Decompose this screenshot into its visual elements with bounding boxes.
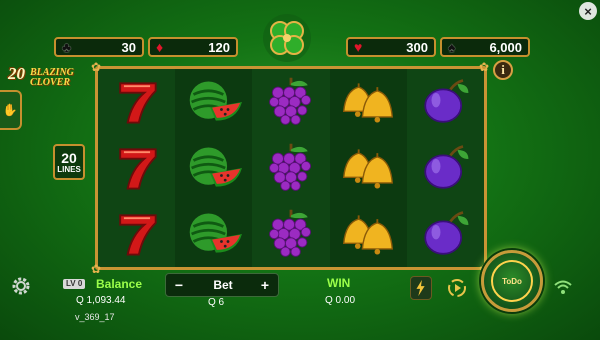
bells-icon [330,69,407,135]
plum-icon [407,135,484,201]
game-screen: ♣ 30 ♦ 120 ♥ 300 ♠ 6,000 × 20 BLAZING CL… [0,0,600,340]
spades-counter: ♠ 6,000 [440,37,530,57]
close-icon: × [584,3,592,19]
spade-icon: ♠ [448,39,456,55]
info-button[interactable]: i [493,60,513,80]
watermelon-icon [175,135,252,201]
plum-icon [407,201,484,267]
watermelon-icon [175,69,252,135]
seven-icon [98,135,175,201]
reel-column-1 [98,69,176,267]
club-icon: ♣ [62,39,72,55]
close-button[interactable]: × [579,2,597,20]
lines-count: 20 [61,149,77,166]
frame-corner-icon: ✿ [479,60,490,74]
balance-label: Balance [96,277,143,291]
reel-column-3 [252,69,330,267]
hearts-counter: ♥ 300 [346,37,436,57]
autoplay-icon[interactable] [446,277,468,299]
bet-control: − Bet + [165,273,279,297]
diamonds-counter: ♦ 120 [148,37,238,57]
watermelon-icon [175,201,252,267]
lines-badge: 20 LINES [53,144,85,180]
logo-number: 20 [8,64,25,83]
clubs-value: 30 [121,39,136,55]
reel-column-2 [175,69,253,267]
grapes-icon [252,201,329,267]
seven-icon [98,201,175,267]
heart-icon: ♥ [354,39,363,55]
reel-grid: ✿ ✿ ✿ ✿ [91,61,489,275]
hand-icon: ✋ [2,103,18,117]
reel-column-5 [406,69,485,267]
game-logo: 20 BLAZING CLOVER [8,64,98,92]
level-badge: LV 0 [63,279,86,289]
bet-label: Bet [213,278,233,292]
bet-increase-button[interactable]: + [254,274,276,296]
reel-column-4 [329,69,407,267]
lightning-icon [416,279,425,297]
spin-button[interactable]: ToDo [481,250,543,312]
wifi-icon [554,280,572,294]
win-value: Q 0.00 [325,295,356,306]
hearts-value: 300 [406,39,428,55]
frame-corner-icon: ✿ [91,60,102,74]
info-icon: i [501,62,505,77]
frame-corner-icon: ✿ [91,262,102,276]
bells-icon [330,201,407,267]
clubs-counter: ♣ 30 [54,37,144,57]
bet-decrease-button[interactable]: − [168,274,190,296]
spades-value: 6,000 [489,39,522,55]
diamonds-value: 120 [208,39,230,55]
win-label: WIN [327,276,351,290]
plum-icon [407,69,484,135]
four-leaf-clover-icon [263,14,311,62]
side-menu-tab[interactable]: ✋ [0,90,22,130]
seven-icon [98,69,175,135]
grapes-icon [252,69,329,135]
version-text: v_369_17 [75,312,115,322]
logo-word-2: CLOVER [30,77,71,88]
settings-gear-icon[interactable] [11,276,31,296]
bells-icon [330,135,407,201]
grapes-icon [252,135,329,201]
bet-value: Q 6 [208,297,225,308]
diamond-icon: ♦ [156,39,164,55]
lines-label: LINES [57,164,81,174]
balance-value: Q 1,093.44 [76,295,126,306]
spin-label: ToDo [502,276,522,286]
turbo-button[interactable] [410,276,432,300]
